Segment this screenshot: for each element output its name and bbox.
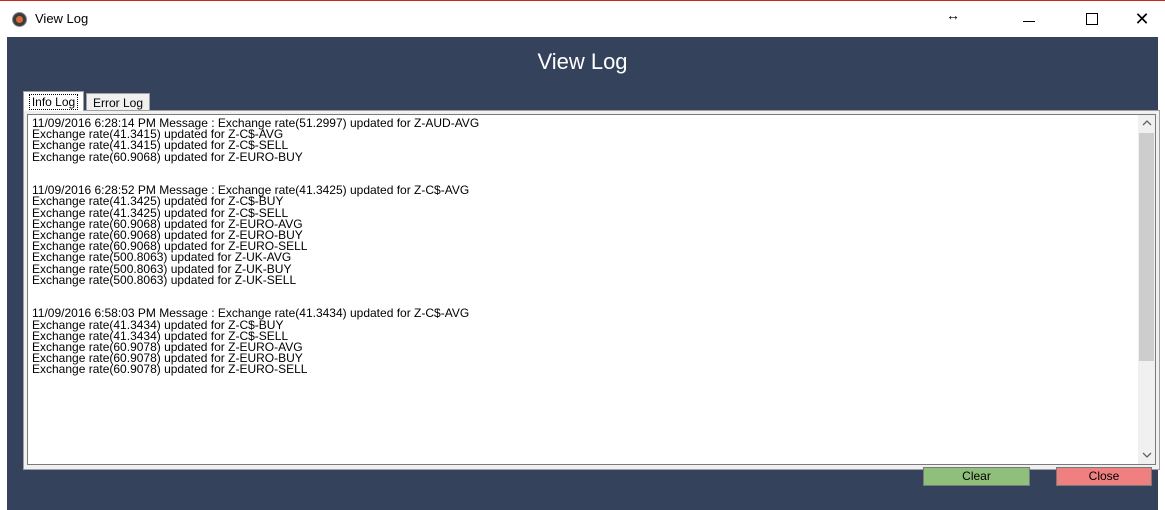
log-textarea[interactable]: 11/09/2016 6:28:14 PM Message : Exchange… bbox=[27, 114, 1156, 465]
client-area: View Log Info Log Error Log 11/09/2016 6… bbox=[7, 37, 1160, 510]
resize-arrows-icon: ↔ bbox=[946, 7, 960, 23]
tab-label: Error Log bbox=[92, 96, 144, 110]
scroll-thumb[interactable] bbox=[1139, 133, 1154, 361]
chevron-up-icon[interactable] bbox=[1138, 115, 1155, 132]
chevron-down-icon[interactable] bbox=[1138, 447, 1155, 464]
minimize-button[interactable] bbox=[1006, 1, 1052, 37]
tab-info-log[interactable]: Info Log bbox=[23, 91, 84, 111]
close-icon: ✕ bbox=[1134, 8, 1150, 29]
app-icon bbox=[12, 12, 27, 27]
window-close-button[interactable]: ✕ bbox=[1119, 1, 1165, 37]
tab-panel: 11/09/2016 6:28:14 PM Message : Exchange… bbox=[23, 110, 1160, 470]
window-title: View Log bbox=[35, 11, 89, 26]
page-title: View Log bbox=[537, 49, 628, 74]
tab-error-log[interactable]: Error Log bbox=[86, 93, 150, 111]
maximize-button[interactable] bbox=[1069, 1, 1115, 37]
maximize-icon bbox=[1086, 13, 1098, 25]
tab-label: Info Log bbox=[28, 94, 79, 110]
clear-button[interactable]: Clear bbox=[923, 467, 1030, 486]
title-bar[interactable]: View Log ↔ ✕ bbox=[0, 0, 1165, 37]
log-content: 11/09/2016 6:28:14 PM Message : Exchange… bbox=[32, 116, 480, 377]
minimize-icon bbox=[1023, 20, 1035, 22]
close-button[interactable]: Close bbox=[1056, 467, 1152, 486]
vertical-scrollbar[interactable] bbox=[1138, 115, 1155, 464]
